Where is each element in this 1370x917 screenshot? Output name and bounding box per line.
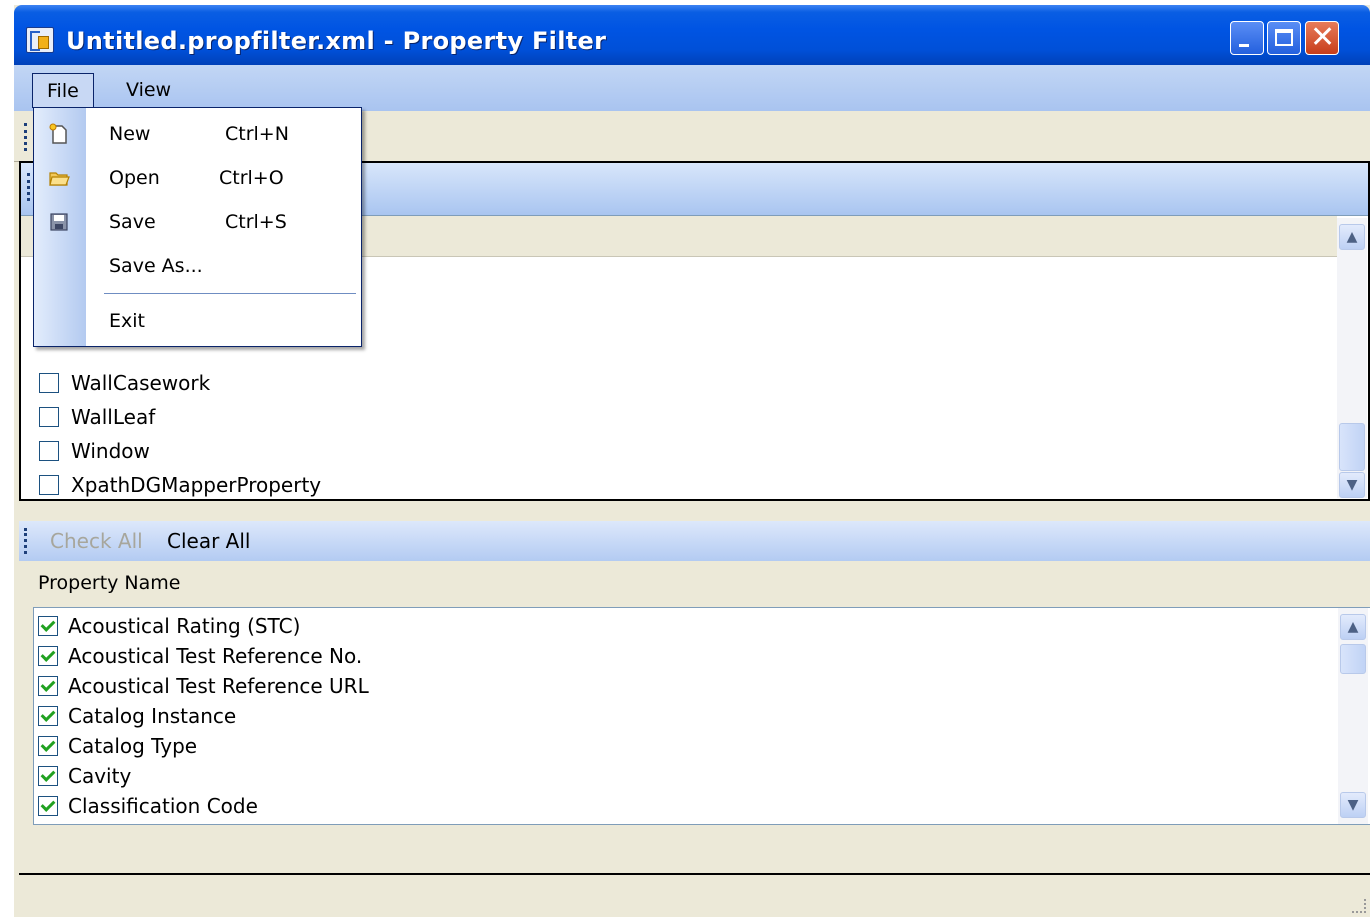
menu-item-label: Exit <box>109 310 145 332</box>
close-button[interactable]: ✕ <box>1305 20 1339 55</box>
menu-bar: File View <box>14 65 1370 111</box>
property-list-item[interactable]: Acoustical Rating (STC) <box>38 612 300 640</box>
check-all-button[interactable]: Check All <box>50 521 143 561</box>
class-checkbox[interactable] <box>39 407 59 427</box>
toolbar-grip[interactable] <box>24 123 30 151</box>
scroll-down-button[interactable]: ▼ <box>1339 472 1365 498</box>
menu-item-save[interactable]: Save Ctrl+S <box>34 201 361 245</box>
scroll-thumb[interactable] <box>1340 644 1366 674</box>
close-icon: ✕ <box>1310 20 1336 55</box>
open-folder-icon <box>49 172 70 186</box>
menu-item-save-as[interactable]: Save As... <box>34 245 361 289</box>
menu-item-shortcut: Ctrl+S <box>225 211 287 233</box>
property-list-item[interactable]: Cavity <box>38 762 131 790</box>
property-label: Acoustical Test Reference URL <box>68 674 369 698</box>
chevron-down-icon: ▼ <box>1347 797 1359 813</box>
class-list-item[interactable]: WallCasework <box>39 368 210 398</box>
class-list-item[interactable]: Window <box>39 436 150 466</box>
property-label: Classification Code <box>68 794 258 818</box>
minimize-button[interactable] <box>1230 21 1264 55</box>
minimize-icon <box>1239 44 1249 47</box>
menu-item-open[interactable]: Open Ctrl+O <box>34 157 361 201</box>
property-toolbar: Check All Clear All <box>19 521 1370 561</box>
class-label: WallLeaf <box>71 405 156 429</box>
menu-item-label: Open <box>109 167 160 189</box>
class-checkbox[interactable] <box>39 475 59 495</box>
menu-file[interactable]: File <box>32 73 94 108</box>
maximize-icon <box>1275 29 1293 46</box>
chevron-up-icon: ▲ <box>1347 619 1359 635</box>
class-label: WallCasework <box>71 371 211 395</box>
menu-separator <box>104 293 356 294</box>
scroll-down-button[interactable]: ▼ <box>1340 792 1366 818</box>
status-bar <box>19 875 1370 917</box>
property-list-item[interactable]: Classification Code <box>38 792 258 820</box>
property-label: Cavity <box>68 764 132 788</box>
property-list-scrollbar[interactable]: ▲ ▼ <box>1338 608 1368 824</box>
class-label: Window <box>71 439 150 463</box>
class-checkbox[interactable] <box>39 373 59 393</box>
menu-item-shortcut: Ctrl+N <box>225 123 289 145</box>
file-menu-dropdown: New Ctrl+N Open Ctrl+O Save Ctrl+S Save … <box>33 107 362 347</box>
property-checkbox[interactable] <box>38 796 58 816</box>
resize-grip-icon[interactable] <box>1352 899 1366 913</box>
title-bar[interactable]: Untitled.propfilter.xml - Property Filte… <box>14 5 1370 65</box>
property-label: Acoustical Rating (STC) <box>68 614 301 638</box>
menu-item-shortcut: Ctrl+O <box>219 167 284 189</box>
class-list-scrollbar[interactable]: ▲ ▼ <box>1337 218 1367 498</box>
property-label: Acoustical Test Reference No. <box>68 644 363 668</box>
scroll-thumb[interactable] <box>1339 423 1365 471</box>
property-list-item[interactable]: Catalog Instance <box>38 702 236 730</box>
menu-item-label: Save As... <box>109 255 203 277</box>
scroll-up-button[interactable]: ▲ <box>1340 614 1366 640</box>
save-disk-icon <box>50 213 68 231</box>
new-document-icon <box>49 123 67 144</box>
property-list-item[interactable]: Acoustical Test Reference URL <box>38 672 369 700</box>
class-list-item[interactable]: WallLeaf <box>39 402 155 432</box>
menu-view[interactable]: View <box>112 73 185 107</box>
property-checkbox[interactable] <box>38 736 58 756</box>
class-label: XpathDGMapperProperty <box>71 473 322 497</box>
scroll-up-button[interactable]: ▲ <box>1339 224 1365 250</box>
property-label: Catalog Type <box>68 734 198 758</box>
class-checkbox[interactable] <box>39 441 59 461</box>
property-checkbox[interactable] <box>38 706 58 726</box>
property-checkbox[interactable] <box>38 676 58 696</box>
chevron-up-icon: ▲ <box>1346 229 1358 245</box>
bentley-app-icon <box>26 27 54 53</box>
maximize-button[interactable] <box>1267 21 1301 55</box>
property-list-item[interactable]: Acoustical Test Reference No. <box>38 642 362 670</box>
menu-item-label: New <box>109 123 151 145</box>
chevron-down-icon: ▼ <box>1346 477 1358 493</box>
property-checkbox[interactable] <box>38 766 58 786</box>
class-list-item[interactable]: XpathDGMapperProperty <box>39 470 321 500</box>
property-toolbar-grip[interactable] <box>24 528 30 554</box>
menu-item-label: Save <box>109 211 156 233</box>
property-checkbox[interactable] <box>38 616 58 636</box>
property-list-item[interactable]: Catalog Type <box>38 732 197 760</box>
clear-all-button[interactable]: Clear All <box>167 521 250 561</box>
window-title: Untitled.propfilter.xml - Property Filte… <box>66 27 607 55</box>
property-checkbox[interactable] <box>38 646 58 666</box>
menu-item-exit[interactable]: Exit <box>34 300 361 344</box>
property-label: Catalog Instance <box>68 704 237 728</box>
menu-item-new[interactable]: New Ctrl+N <box>34 113 361 157</box>
property-list: Acoustical Rating (STC) Acoustical Test … <box>33 607 1370 825</box>
property-name-header: Property Name <box>38 572 181 594</box>
